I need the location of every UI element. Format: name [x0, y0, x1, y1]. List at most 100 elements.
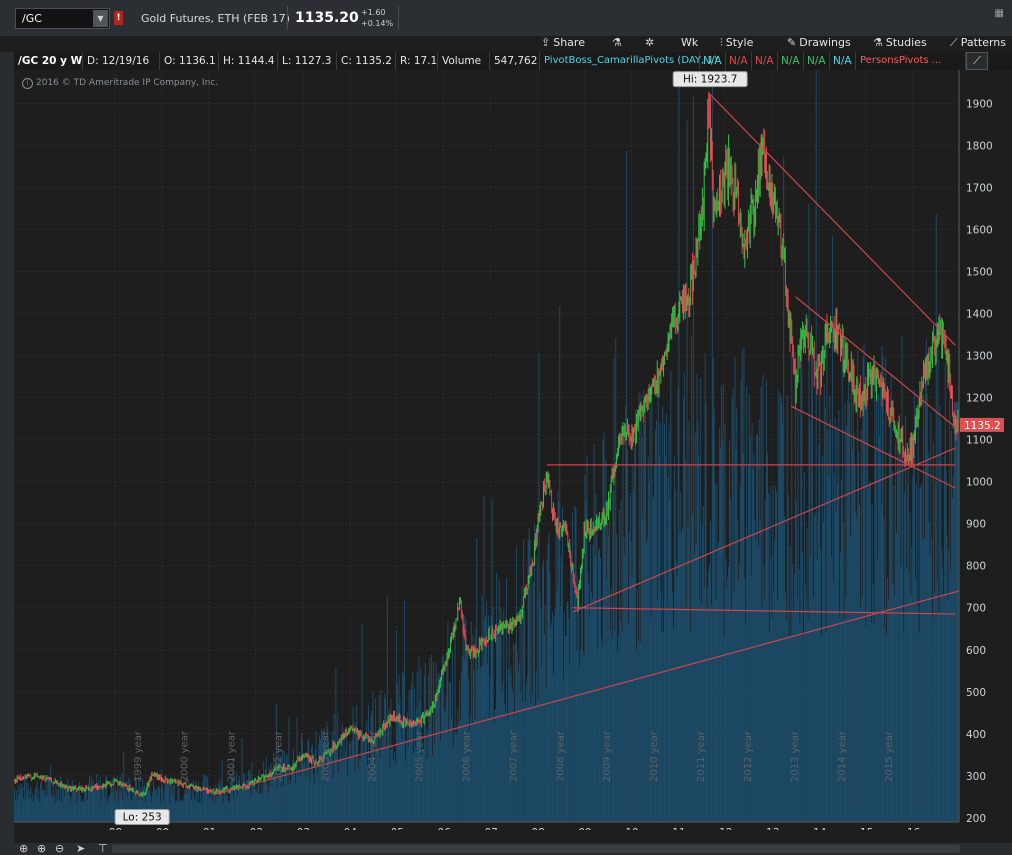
chevron-down-icon[interactable]: ▼: [93, 10, 108, 27]
volume-bar: [238, 775, 240, 822]
volume-bar: [56, 800, 58, 822]
volume-bar: [686, 120, 688, 822]
volume-bar: [856, 518, 858, 822]
patterns-button[interactable]: ⟋ Patterns: [950, 36, 1006, 50]
volume-bar: [271, 778, 273, 822]
volume-bar: [291, 767, 293, 822]
volume-bar: [440, 741, 442, 822]
cursor-icon[interactable]: ➤: [76, 843, 85, 855]
volume-bar: [180, 801, 182, 822]
volume-bar: [632, 463, 634, 822]
volume-bar: [199, 802, 201, 822]
volume-bar: [641, 437, 643, 822]
volume-bar: [750, 574, 752, 822]
volume-bar: [730, 612, 732, 822]
volume-bar: [933, 442, 935, 822]
volume-bar: [914, 578, 916, 822]
share-button[interactable]: ⇪ Share: [541, 36, 585, 49]
settings-button[interactable]: ✲: [645, 36, 657, 49]
volume-bar: [55, 785, 57, 822]
volume-bar: [590, 591, 592, 822]
volume-bar: [876, 394, 878, 822]
grid-icon[interactable]: ▦: [995, 8, 1004, 19]
volume-bar: [499, 636, 501, 822]
volume-bar: [826, 338, 828, 822]
volume-bar: [396, 684, 398, 822]
volume-bar: [644, 424, 646, 822]
volume-bar: [338, 772, 340, 822]
volume-bar: [346, 732, 348, 822]
volume-bar: [538, 353, 540, 822]
volume-bar: [942, 568, 944, 822]
persons-pivots-study[interactable]: PersonsPivots ...: [856, 52, 966, 70]
volume-bar: [433, 742, 435, 822]
volume-bar: [448, 732, 450, 822]
volume-bar: [430, 707, 432, 822]
volume-bar: [596, 534, 598, 822]
volume-bar: [186, 792, 188, 822]
volume-bar: [365, 731, 367, 822]
zoom-out-icon[interactable]: ⊖: [55, 843, 64, 855]
volume-bar: [567, 602, 569, 822]
studies-button[interactable]: ⚗ Studies: [873, 36, 927, 49]
timeframe-button[interactable]: Wk: [681, 36, 698, 49]
volume-bar: [401, 741, 403, 822]
volume-bar: [728, 566, 730, 822]
info-icon[interactable]: i: [22, 78, 33, 89]
pattern-tool-button[interactable]: ⟋: [966, 52, 988, 70]
volume-bar: [194, 800, 196, 822]
volume-bar: [565, 636, 567, 822]
volume-bar: [868, 481, 870, 822]
volume-bar: [28, 798, 30, 822]
study-value: N/A: [778, 52, 804, 70]
divider: [398, 6, 399, 30]
volume-bar: [190, 789, 192, 822]
time-tick-label: 02: [250, 827, 263, 830]
study-name[interactable]: PivotBoss_CamarillaPivots (DAY, 1): [540, 52, 718, 70]
year-watermark: 2008 year: [555, 730, 566, 782]
volume-bar: [51, 793, 53, 822]
volume-bar: [301, 733, 303, 822]
volume-bar: [740, 378, 742, 822]
volume-bar: [431, 755, 433, 822]
symbol-selector[interactable]: /GC ▼: [15, 8, 110, 29]
horizontal-scrollbar[interactable]: [112, 845, 960, 853]
zoom-in-icon[interactable]: ⊕: [37, 843, 46, 855]
volume-bar: [537, 698, 539, 822]
alert-flag-icon[interactable]: !: [114, 11, 123, 25]
volume-bar: [304, 762, 306, 822]
volume-bar: [946, 535, 948, 822]
volume-bar: [762, 374, 764, 822]
volume-bar: [869, 482, 871, 822]
volume-bar: [774, 540, 776, 822]
volume-bar: [107, 797, 109, 822]
volume-bar: [617, 636, 619, 822]
volume-bar: [875, 449, 877, 822]
drawings-button[interactable]: ✎ Drawings: [787, 36, 851, 49]
volume-bar: [825, 632, 827, 822]
volume-bar: [824, 407, 826, 822]
volume-bar: [615, 337, 617, 822]
volume-bar: [617, 652, 619, 822]
volume-bar: [543, 634, 545, 822]
volume-bar: [263, 761, 265, 822]
volume-bar: [173, 782, 175, 822]
volume-bar: [526, 675, 528, 822]
chart-title: /GC 20 y W: [14, 52, 83, 70]
volume-bar: [637, 640, 639, 822]
pan-icon[interactable]: ⊕: [19, 843, 28, 855]
expand-icon[interactable]: ⊤: [98, 843, 108, 855]
flask-button[interactable]: ⚗: [612, 36, 625, 49]
price-chart[interactable]: 1999 year 2000 year 2001 year 2002 year 2003…: [14, 70, 1012, 830]
volume-bar: [449, 682, 451, 822]
style-label: Style: [725, 36, 754, 49]
style-button[interactable]: ⫶ Style: [720, 36, 753, 50]
volume-bar: [266, 784, 268, 822]
volume-bar: [360, 733, 362, 822]
volume-bar: [949, 380, 951, 822]
volume-bar: [920, 486, 922, 822]
volume-bar: [703, 588, 705, 822]
volume-bar: [481, 595, 483, 822]
volume-bar: [708, 569, 710, 822]
symbol-text[interactable]: /GC: [22, 12, 42, 25]
